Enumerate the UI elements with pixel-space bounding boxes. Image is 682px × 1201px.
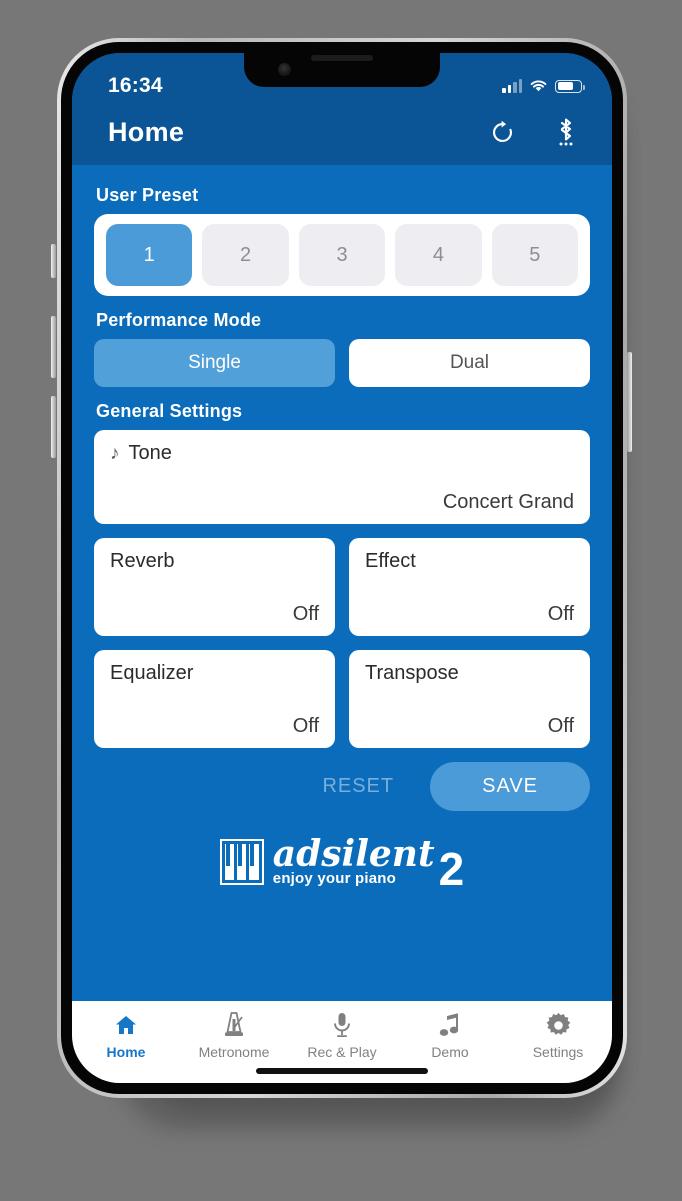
performance-mode-label: Performance Mode	[96, 310, 262, 330]
page-title: Home	[108, 116, 185, 147]
tone-card-title: Tone	[128, 442, 172, 464]
volume-down-button[interactable]	[51, 396, 56, 458]
equalizer-card-title: Equalizer	[110, 662, 194, 684]
general-settings-label: General Settings	[96, 401, 243, 421]
performance-mode-row: Single Dual	[94, 339, 590, 387]
effect-card-title: Effect	[365, 550, 416, 572]
preset-button-1[interactable]: 1	[106, 224, 193, 286]
refresh-icon[interactable]	[488, 117, 516, 147]
gear-icon	[546, 1011, 571, 1039]
tone-card-value: Concert Grand	[442, 491, 574, 513]
power-button[interactable]	[627, 352, 632, 452]
logo-name: adsilent	[272, 833, 435, 875]
preset-button-2[interactable]: 2	[202, 224, 289, 286]
transpose-card-value: Off	[547, 715, 574, 737]
piano-keys-icon	[219, 839, 264, 886]
brand-logo: adsilent enjoy your piano 2	[94, 833, 590, 895]
battery-icon	[555, 79, 585, 93]
logo-version: 2	[438, 842, 465, 895]
volume-up-button[interactable]	[51, 316, 56, 378]
front-camera-icon	[278, 63, 291, 76]
preset-button-5[interactable]: 5	[491, 224, 579, 286]
tab-demo[interactable]: Demo	[400, 1011, 500, 1060]
equalizer-card-value: Off	[292, 715, 319, 737]
tab-settings-label: Settings	[532, 1044, 584, 1060]
setting-card-reverb[interactable]: Reverb Off	[94, 538, 335, 636]
notch	[244, 53, 440, 87]
tab-demo-label: Demo	[431, 1044, 469, 1060]
tab-home-label: Home	[106, 1044, 146, 1060]
status-bar-time: 16:34	[108, 74, 163, 97]
tone-card-title-row: ♪ Tone	[110, 442, 574, 465]
home-indicator[interactable]	[256, 1068, 428, 1074]
setting-card-equalizer[interactable]: Equalizer Off	[94, 650, 335, 748]
phone-frame: 16:34 Home User Preset 1 2 3 4 5 Perform…	[57, 38, 627, 1098]
home-icon	[113, 1011, 139, 1039]
mode-button-single[interactable]: Single	[94, 339, 335, 387]
microphone-icon	[332, 1011, 352, 1039]
tab-home[interactable]: Home	[76, 1011, 176, 1060]
reverb-card-title: Reverb	[110, 550, 175, 572]
logo-group: adsilent enjoy your piano 2	[219, 833, 465, 895]
status-bar-icons	[502, 78, 585, 93]
tab-metronome[interactable]: Metronome	[184, 1011, 284, 1060]
main-content: User Preset 1 2 3 4 5 Performance Mode S…	[72, 165, 612, 999]
music-note-icon	[439, 1011, 461, 1039]
tab-rec-and-play[interactable]: Rec & Play	[292, 1011, 392, 1060]
setting-card-effect[interactable]: Effect Off	[349, 538, 590, 636]
navigation-bar: Home	[72, 107, 612, 165]
preset-button-3[interactable]: 3	[298, 224, 386, 286]
tab-settings[interactable]: Settings	[508, 1011, 608, 1060]
silent-switch-button[interactable]	[51, 244, 56, 278]
settings-row-2: Equalizer Off Transpose Off	[94, 650, 590, 748]
tab-metronome-label: Metronome	[198, 1044, 270, 1060]
logo-text-group: adsilent enjoy your piano 2	[272, 833, 465, 895]
phone-bezel: 16:34 Home User Preset 1 2 3 4 5 Perform…	[61, 42, 623, 1094]
wifi-icon	[530, 80, 547, 92]
user-preset-label: User Preset	[96, 185, 199, 205]
setting-card-transpose[interactable]: Transpose Off	[349, 650, 590, 748]
tab-rec-and-play-label: Rec & Play	[307, 1044, 377, 1060]
bluetooth-icon[interactable]	[552, 117, 580, 147]
settings-row-1: Reverb Off Effect Off	[94, 538, 590, 636]
preset-button-4[interactable]: 4	[395, 224, 482, 286]
user-preset-card: 1 2 3 4 5	[94, 214, 590, 296]
cellular-signal-icon	[502, 78, 522, 93]
setting-card-tone[interactable]: ♪ Tone Concert Grand	[94, 430, 590, 524]
mode-button-dual[interactable]: Dual	[349, 339, 590, 387]
phone-screen: 16:34 Home User Preset 1 2 3 4 5 Perform…	[72, 53, 612, 1083]
scene: 16:34 Home User Preset 1 2 3 4 5 Perform…	[0, 0, 682, 1201]
transpose-card-title: Transpose	[365, 662, 459, 684]
metronome-icon	[222, 1011, 246, 1039]
earpiece-speaker-icon	[311, 55, 373, 61]
save-button[interactable]: SAVE	[430, 762, 590, 811]
reset-button[interactable]: RESET	[304, 763, 412, 810]
action-buttons: RESET SAVE	[94, 762, 590, 811]
navbar-actions	[488, 117, 580, 147]
reverb-card-value: Off	[292, 603, 319, 625]
music-note-icon: ♪	[110, 443, 120, 464]
effect-card-value: Off	[547, 603, 574, 625]
